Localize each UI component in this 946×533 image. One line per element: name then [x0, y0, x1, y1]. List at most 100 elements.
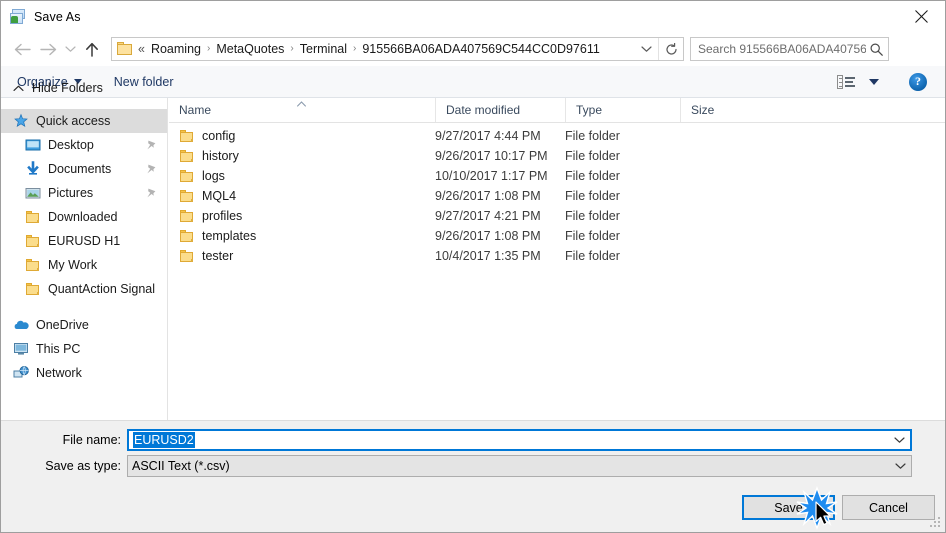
- sidebar-item-my-work[interactable]: My Work: [1, 253, 167, 277]
- save-as-dialog: Save As « Roaming › MetaQuotes › Termina…: [0, 0, 946, 533]
- new-folder-button[interactable]: New folder: [106, 71, 182, 93]
- documents-icon: [25, 161, 41, 177]
- table-row[interactable]: templates 9/26/2017 1:08 PM File folder: [169, 226, 945, 246]
- address-bar[interactable]: « Roaming › MetaQuotes › Terminal › 9155…: [111, 37, 684, 61]
- search-icon: [866, 42, 888, 56]
- refresh-icon[interactable]: [658, 38, 683, 60]
- breadcrumb-item-roaming[interactable]: Roaming: [148, 42, 204, 56]
- save-button[interactable]: Save: [742, 495, 835, 520]
- folder-icon: [25, 281, 41, 297]
- column-header-type[interactable]: Type: [565, 98, 680, 122]
- column-header-name[interactable]: Name: [169, 98, 435, 122]
- chevron-up-icon: [13, 81, 24, 95]
- forward-button[interactable]: [35, 36, 61, 62]
- file-name: config: [202, 129, 236, 143]
- chevron-down-icon[interactable]: [635, 38, 657, 60]
- navigation-bar: « Roaming › MetaQuotes › Terminal › 9155…: [1, 32, 945, 66]
- close-button[interactable]: [898, 1, 945, 32]
- resize-grip[interactable]: [930, 517, 942, 529]
- file-date-modified: 9/26/2017 1:08 PM: [435, 189, 541, 203]
- sidebar-item-label: This PC: [36, 342, 81, 356]
- table-row[interactable]: tester 10/4/2017 1:35 PM File folder: [169, 246, 945, 266]
- breadcrumb-item-terminal-id[interactable]: 915566BA06ADA407569C544CC0D97611: [359, 42, 602, 56]
- sidebar-item-network[interactable]: Network: [1, 361, 167, 385]
- file-type: File folder: [565, 189, 620, 203]
- save-as-type-label: Save as type:: [45, 458, 121, 473]
- folder-icon: [25, 233, 41, 249]
- table-row[interactable]: profiles 9/27/2017 4:21 PM File folder: [169, 206, 945, 226]
- file-name: templates: [202, 229, 257, 243]
- file-date-modified: 9/26/2017 1:08 PM: [435, 229, 541, 243]
- folder-icon: [179, 148, 195, 164]
- folder-icon: [117, 42, 133, 56]
- column-header-label: Date modified: [446, 103, 521, 117]
- breadcrumb-item-metaquotes[interactable]: MetaQuotes: [213, 42, 287, 56]
- save-as-type-select[interactable]: ASCII Text (*.csv): [127, 454, 912, 477]
- column-header-size[interactable]: Size: [680, 98, 760, 122]
- table-row[interactable]: history 9/26/2017 10:17 PM File folder: [169, 146, 945, 166]
- file-name-label: File name:: [62, 432, 121, 447]
- file-type: File folder: [565, 129, 620, 143]
- up-button[interactable]: [79, 36, 105, 62]
- breadcrumb-item-terminal[interactable]: Terminal: [297, 42, 350, 56]
- file-name-input[interactable]: EURUSD2: [127, 428, 912, 451]
- table-row[interactable]: logs 10/10/2017 1:17 PM File folder: [169, 166, 945, 186]
- file-type: File folder: [565, 249, 620, 263]
- sidebar-item-label: Pictures: [48, 186, 94, 200]
- sidebar-item-label: Network: [36, 366, 82, 380]
- breadcrumb-separator[interactable]: ›: [350, 44, 359, 54]
- help-button[interactable]: ?: [909, 72, 927, 91]
- breadcrumb-separator[interactable]: ›: [204, 44, 213, 54]
- sidebar-item-this-pc[interactable]: This PC: [1, 337, 167, 361]
- table-row[interactable]: MQL4 9/26/2017 1:08 PM File folder: [169, 186, 945, 206]
- pin-icon[interactable]: [145, 139, 157, 151]
- chevron-down-icon[interactable]: [889, 456, 911, 476]
- folder-icon: [179, 128, 195, 144]
- pin-icon[interactable]: [145, 187, 157, 199]
- sidebar-item-eurusd-h1[interactable]: EURUSD H1: [1, 229, 167, 253]
- desktop-icon: [25, 137, 41, 153]
- sort-ascending-icon: [297, 96, 306, 107]
- file-name: history: [202, 149, 239, 163]
- pin-icon[interactable]: [145, 163, 157, 175]
- sidebar-item-downloaded[interactable]: Downloaded: [1, 205, 167, 229]
- file-type: File folder: [565, 209, 620, 223]
- folder-icon: [179, 208, 195, 224]
- file-name-row: File name: EURUSD2: [1, 428, 912, 451]
- list-view-icon: [837, 74, 855, 89]
- cloud-icon: [13, 317, 29, 333]
- sidebar-item-onedrive[interactable]: OneDrive: [1, 313, 167, 337]
- table-row[interactable]: config 9/27/2017 4:44 PM File folder: [169, 126, 945, 146]
- back-button[interactable]: [9, 36, 35, 62]
- recent-locations-button[interactable]: [61, 36, 79, 62]
- browser-body: Quick access Desktop Documents Pictures …: [1, 98, 945, 420]
- sidebar-item-label: OneDrive: [36, 318, 89, 332]
- sidebar-item-pictures[interactable]: Pictures: [1, 181, 167, 205]
- sidebar-item-label: Downloaded: [48, 210, 118, 224]
- sidebar-item-desktop[interactable]: Desktop: [1, 133, 167, 157]
- folder-icon: [25, 209, 41, 225]
- breadcrumb-separator[interactable]: ›: [287, 44, 296, 54]
- file-name: MQL4: [202, 189, 237, 203]
- breadcrumb-overflow[interactable]: «: [136, 42, 148, 56]
- sidebar-item-documents[interactable]: Documents: [1, 157, 167, 181]
- save-as-type-row: Save as type: ASCII Text (*.csv): [1, 454, 912, 477]
- new-folder-label: New folder: [113, 74, 174, 89]
- computer-icon: [13, 341, 29, 357]
- sidebar-item-quick-access[interactable]: Quick access: [1, 109, 167, 133]
- pictures-icon: [25, 185, 41, 201]
- folder-icon: [179, 228, 195, 244]
- column-header-date-modified[interactable]: Date modified: [435, 98, 565, 122]
- search-box[interactable]: Search 915566BA06ADA40756...: [690, 37, 889, 61]
- column-header-label: Name: [179, 103, 212, 117]
- sidebar-item-quantaction-signal[interactable]: QuantAction Signal: [1, 277, 167, 301]
- save-as-app-icon: [10, 8, 26, 25]
- file-date-modified: 10/10/2017 1:17 PM: [435, 169, 548, 183]
- search-input[interactable]: Search 915566BA06ADA40756...: [691, 42, 866, 56]
- cancel-button[interactable]: Cancel: [842, 495, 935, 520]
- save-as-type-value: ASCII Text (*.csv): [132, 458, 230, 473]
- view-mode-button[interactable]: [829, 71, 887, 93]
- hide-folders-button[interactable]: Hide Folders: [13, 81, 103, 95]
- folder-icon: [179, 168, 195, 184]
- chevron-down-icon[interactable]: [888, 431, 910, 449]
